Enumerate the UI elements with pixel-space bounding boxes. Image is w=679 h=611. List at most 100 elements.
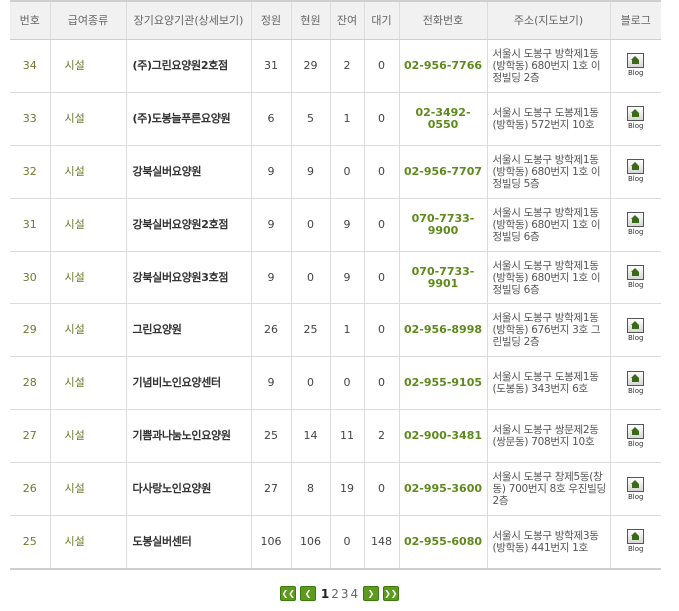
double-right-arrow-icon: ❯❯ — [384, 589, 398, 598]
row-no: 32 — [10, 145, 50, 199]
table-row: 29 시설 그린요양원 26 25 1 0 02-956-8998 서울시 도봉구 방학제1동(… — [10, 303, 661, 358]
row-current: 0 — [290, 356, 330, 411]
row-remaining: 11 — [329, 409, 364, 464]
col-header-address[interactable]: 주소(지도보기) — [486, 0, 610, 40]
row-blog: Blog — [609, 515, 661, 570]
blog-label: Blog — [628, 333, 644, 342]
row-waiting: 0 — [363, 303, 399, 358]
row-type: 시설 — [49, 515, 126, 570]
address-map-link[interactable]: 서울시 도봉구 방학제1동(방학동) 676번지 3호 그린빌딩 2층 — [486, 303, 610, 358]
row-no: 27 — [10, 409, 50, 464]
row-current: 14 — [290, 409, 330, 464]
home-body — [632, 166, 640, 171]
row-blog: Blog — [609, 198, 661, 252]
row-blog: Blog — [609, 39, 661, 93]
row-current: 8 — [290, 462, 330, 517]
row-waiting: 0 — [363, 251, 399, 305]
blog-button[interactable]: Blog — [625, 317, 647, 343]
facility-name-link[interactable]: 도봉실버센터 — [125, 515, 251, 570]
facility-name-link[interactable]: 기쁨과나눔노인요양원 — [125, 409, 251, 464]
home-icon — [627, 53, 645, 69]
col-header-type: 급여종류 — [49, 0, 126, 40]
left-arrow-icon: ❮ — [304, 589, 312, 598]
first-page-button[interactable]: ❮❮ — [280, 586, 297, 601]
row-no: 25 — [10, 515, 50, 570]
blog-button[interactable]: Blog — [625, 212, 647, 237]
home-icon — [627, 529, 645, 545]
row-phone: 02-956-7707 — [398, 145, 487, 199]
row-phone: 070-7733-9900 — [398, 198, 487, 252]
blog-label: Blog — [628, 175, 644, 184]
facility-name-link[interactable]: 다사랑노인요양원 — [125, 462, 251, 517]
row-no: 30 — [10, 251, 50, 305]
blog-button[interactable]: Blog — [625, 53, 647, 78]
blog-button[interactable]: Blog — [625, 529, 647, 554]
address-map-link[interactable]: 서울시 도봉구 방학제1동(방학동) 680번지 1호 이정빌딩 5층 — [486, 145, 610, 199]
table-row: 28 시설 기념비노인요양센터 9 0 0 0 02-955-9105 서울시 도봉구 도봉제1… — [10, 356, 661, 411]
page-number-link[interactable]: 1 — [320, 587, 330, 601]
page-number-link[interactable]: 2 — [330, 587, 340, 601]
address-map-link[interactable]: 서울시 도봉구 방학제1동(방학동) 680번지 1호 이정빌딩 2층 — [486, 39, 610, 93]
address-map-link[interactable]: 서울시 도봉구 방학제1동(방학동) 680번지 1호 이정빌딩 6층 — [486, 251, 610, 305]
row-no: 29 — [10, 303, 50, 358]
row-no: 31 — [10, 198, 50, 252]
home-body — [632, 113, 640, 118]
blog-button[interactable]: Blog — [625, 106, 647, 131]
row-remaining: 1 — [329, 303, 364, 358]
blog-button[interactable]: Blog — [625, 476, 647, 502]
facility-name-link[interactable]: (주)그린요양원2호점 — [125, 39, 251, 93]
address-map-link[interactable]: 서울시 도봉구 쌍문제2동(쌍문동) 708번지 10호 — [486, 409, 610, 464]
row-capacity: 31 — [250, 39, 291, 93]
row-remaining: 0 — [329, 515, 364, 570]
blog-label: Blog — [628, 69, 644, 78]
row-waiting: 148 — [363, 515, 399, 570]
row-remaining: 0 — [329, 356, 364, 411]
row-blog: Blog — [609, 409, 661, 464]
last-page-button[interactable]: ❯❯ — [382, 586, 399, 601]
row-type: 시설 — [49, 356, 126, 411]
home-body — [632, 272, 640, 276]
facility-name-link[interactable]: 강북실버요양원3호점 — [125, 251, 251, 305]
facility-name-link[interactable]: (주)도봉늘푸른요양원 — [125, 92, 251, 146]
address-map-link[interactable]: 서울시 도봉구 도봉제1동(방학동) 572번지 10호 — [486, 92, 610, 146]
address-map-link[interactable]: 서울시 도봉구 방학제1동(방학동) 680번지 1호 이정빌딩 6층 — [486, 198, 610, 252]
row-blog: Blog — [609, 303, 661, 358]
pagination: ❮❮ ❮ 1234 ❯ ❯❯ — [0, 586, 679, 601]
home-body — [632, 536, 640, 541]
row-current: 106 — [290, 515, 330, 570]
blog-button[interactable]: Blog — [625, 370, 647, 396]
blog-button[interactable]: Blog — [625, 423, 647, 449]
home-icon — [627, 370, 645, 386]
table-row: 34 시설 (주)그린요양원2호점 31 29 2 0 02-956-7766 서울시 도봉구 … — [10, 39, 661, 93]
col-header-name[interactable]: 장기요양기관(상세보기) — [125, 0, 251, 40]
address-map-link[interactable]: 서울시 도봉구 방학제3동(방학동) 441번지 1호 — [486, 515, 610, 570]
facility-name-link[interactable]: 강북실버요양원2호점 — [125, 198, 251, 252]
page-number-link[interactable]: 4 — [350, 587, 360, 601]
row-phone: 02-995-3600 — [398, 462, 487, 517]
home-icon — [627, 265, 645, 280]
table-row: 33 시설 (주)도봉늘푸른요양원 6 5 1 0 02-3492-0550 서울시 도봉구 도… — [10, 92, 661, 146]
right-arrow-icon: ❯ — [367, 589, 375, 598]
row-capacity: 9 — [250, 251, 291, 305]
row-type: 시설 — [49, 92, 126, 146]
row-waiting: 0 — [363, 356, 399, 411]
row-phone: 02-3492-0550 — [398, 92, 487, 146]
row-current: 0 — [290, 198, 330, 252]
page-number-link[interactable]: 3 — [340, 587, 350, 601]
blog-button[interactable]: Blog — [625, 159, 647, 184]
row-capacity: 9 — [250, 356, 291, 411]
table-row: 31 시설 강북실버요양원2호점 9 0 9 0 070-7733-9900 서울시 도봉구 방… — [10, 198, 661, 252]
facility-name-link[interactable]: 기념비노인요양센터 — [125, 356, 251, 411]
home-body — [632, 377, 640, 382]
row-phone: 02-900-3481 — [398, 409, 487, 464]
address-map-link[interactable]: 서울시 도봉구 창제5동(창동) 700번지 8호 우진빌딩 2층 — [486, 462, 610, 517]
row-waiting: 0 — [363, 145, 399, 199]
next-page-button[interactable]: ❯ — [362, 586, 379, 601]
address-map-link[interactable]: 서울시 도봉구 도봉제1동(도봉동) 343번지 6호 — [486, 356, 610, 411]
home-body — [632, 219, 640, 224]
row-remaining: 1 — [329, 92, 364, 146]
prev-page-button[interactable]: ❮ — [300, 586, 317, 601]
blog-button[interactable]: Blog — [625, 265, 647, 290]
facility-name-link[interactable]: 그린요양원 — [125, 303, 251, 358]
facility-name-link[interactable]: 강북실버요양원 — [125, 145, 251, 199]
